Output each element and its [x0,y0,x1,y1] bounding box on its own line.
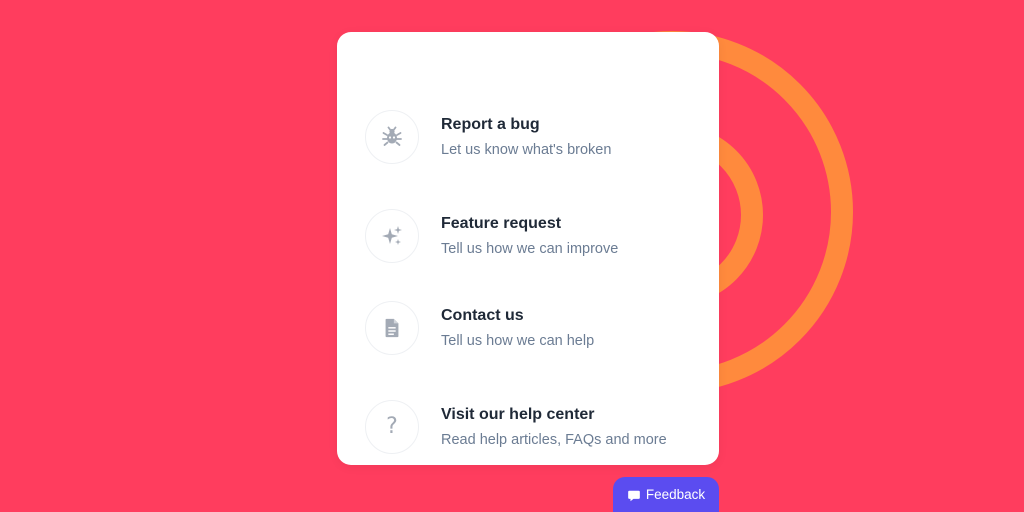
sparkles-icon-container [365,209,419,263]
menu-item-title: Contact us [441,306,524,324]
feedback-button[interactable]: Feedback [613,477,719,512]
bug-icon [382,126,402,146]
menu-item-help-center[interactable]: ? Visit our help center Read help articl… [365,397,695,457]
feedback-menu-card: Report a bug Let us know what's broken F… [337,32,719,465]
menu-item-feature-request[interactable]: Feature request Tell us how we can impro… [365,206,695,266]
document-icon [385,318,399,338]
menu-item-description: Tell us how we can improve [441,240,619,257]
menu-item-title: Report a bug [441,115,540,133]
menu-item-text: Feature request Tell us how we can impro… [441,214,618,259]
menu-item-text: Contact us Tell us how we can help [441,306,594,351]
menu-item-title: Feature request [441,214,562,232]
feedback-button-label: Feedback [645,487,706,502]
menu-item-contact-us[interactable]: Contact us Tell us how we can help [365,298,695,358]
menu-item-text: Visit our help center Read help articles… [441,405,667,450]
question-icon: ? [386,414,398,439]
sparkles-icon [382,226,402,245]
menu-item-report-bug[interactable]: Report a bug Let us know what's broken [365,107,695,167]
document-icon-container [365,301,419,355]
menu-item-description: Read help articles, FAQs and more [441,431,667,448]
menu-item-description: Tell us how we can help [441,332,595,349]
menu-item-description: Let us know what's broken [441,141,612,158]
bug-icon-container [365,110,419,164]
chat-bubble-icon [628,490,640,502]
menu-item-title: Visit our help center [441,405,595,423]
question-icon-container: ? [365,400,419,454]
menu-item-text: Report a bug Let us know what's broken [441,115,611,160]
